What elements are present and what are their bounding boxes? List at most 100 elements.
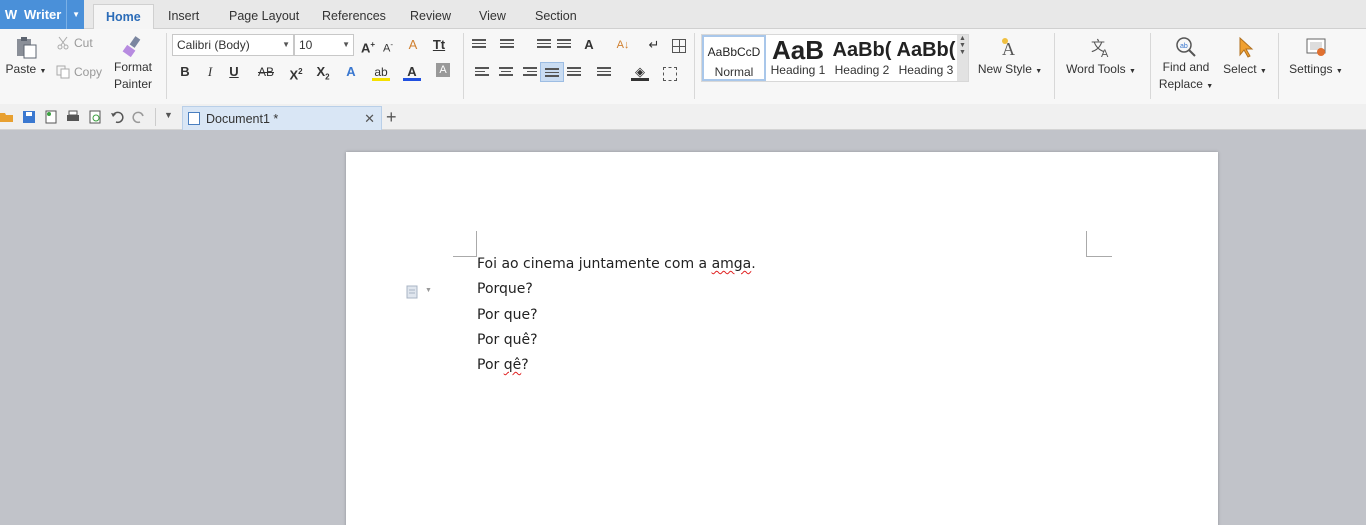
app-name: Writer xyxy=(24,7,62,22)
table-icon[interactable] xyxy=(672,39,686,53)
text-effects-icon[interactable]: Tt xyxy=(430,36,448,54)
font-size-select[interactable]: 10 ▼ xyxy=(294,34,354,56)
change-case-icon[interactable]: A xyxy=(580,36,598,54)
find-replace-button[interactable]: ab Find and Replace ▼ xyxy=(1156,35,1216,95)
copy-button[interactable]: Copy xyxy=(56,65,102,79)
select-button[interactable]: Select ▼ xyxy=(1218,35,1272,76)
divider xyxy=(1278,33,1279,99)
text: Por que? xyxy=(477,307,538,323)
settings-label: Settings xyxy=(1289,62,1333,76)
tab-view[interactable]: View xyxy=(467,4,518,29)
word-tools-button[interactable]: 文A Word Tools ▼ xyxy=(1060,35,1142,76)
tab-section[interactable]: Section xyxy=(523,4,589,29)
font-name-select[interactable]: Calibri (Body) ▼ xyxy=(172,34,294,56)
undo-icon[interactable] xyxy=(110,110,124,124)
open-folder-icon[interactable] xyxy=(0,110,14,124)
close-icon[interactable]: ✕ xyxy=(364,111,375,127)
find-replace-label-1: Find and xyxy=(1162,60,1210,74)
divider xyxy=(463,33,464,99)
text: Por quê? xyxy=(477,332,538,348)
word-tools-icon: 文A xyxy=(1091,38,1109,59)
font-effect-icon[interactable]: A xyxy=(342,63,360,81)
document-tab[interactable]: Document1 * ✕ xyxy=(182,106,382,130)
text: Porque? xyxy=(477,281,533,297)
print-preview-icon[interactable] xyxy=(88,110,102,124)
highlight-color-icon[interactable]: ab xyxy=(372,63,390,81)
crop-mark-top-left xyxy=(453,231,477,257)
chevron-down-icon: ▼ xyxy=(1259,68,1267,75)
bold-button[interactable]: B xyxy=(176,63,194,81)
clear-format-icon[interactable]: A xyxy=(404,36,422,54)
new-style-label: New Style xyxy=(977,62,1032,76)
numbering-icon[interactable] xyxy=(500,39,514,51)
document-page[interactable]: ▼ Foi ao cinema juntamente com a amga. P… xyxy=(346,152,1218,525)
align-center-icon[interactable] xyxy=(499,67,513,79)
grow-font-icon[interactable]: A+ xyxy=(359,36,377,55)
text: Por xyxy=(477,357,504,373)
style-sample: AaB xyxy=(771,35,824,63)
gallery-scroll[interactable]: ▲ ▼ ▼ xyxy=(957,35,968,81)
chevron-down-icon: ▼ xyxy=(425,287,432,294)
paragraph-3[interactable]: Por que? xyxy=(477,307,538,323)
paragraph-options-icon[interactable]: ▼ xyxy=(405,285,433,299)
tab-page-layout[interactable]: Page Layout xyxy=(217,4,311,29)
cut-button[interactable]: Cut xyxy=(56,36,93,50)
show-marks-icon[interactable]: ↵ xyxy=(645,36,663,54)
save-icon[interactable] xyxy=(22,110,36,124)
font-color-icon[interactable]: A xyxy=(403,63,421,81)
redo-icon[interactable] xyxy=(132,110,146,124)
settings-button[interactable]: Settings ▼ xyxy=(1284,35,1348,76)
style-heading-1[interactable]: AaB Heading 1 xyxy=(766,35,830,81)
shading-icon[interactable]: ◈ xyxy=(631,63,649,81)
borders-icon[interactable] xyxy=(663,67,677,81)
chevron-down-icon: ▼ xyxy=(342,40,350,49)
style-name: Heading 3 xyxy=(898,63,954,77)
misspelled-word[interactable]: amga xyxy=(712,256,752,272)
misspelled-word[interactable]: qê xyxy=(504,357,522,373)
character-shading-icon[interactable]: A xyxy=(436,63,450,77)
select-label: Select xyxy=(1223,62,1257,76)
style-heading-3[interactable]: AaBb( Heading 3 xyxy=(894,35,958,81)
subscript-button[interactable]: X2 xyxy=(314,63,332,82)
distributed-icon[interactable] xyxy=(567,67,581,79)
paste-label: Paste xyxy=(5,62,37,76)
decrease-indent-icon[interactable] xyxy=(537,39,551,51)
underline-button[interactable]: U xyxy=(225,63,243,81)
paragraph-2[interactable]: Porque? xyxy=(477,281,533,297)
sort-icon[interactable]: A↓ xyxy=(614,36,632,54)
chevron-down-icon: ▼ xyxy=(39,68,47,75)
app-menu-button[interactable]: W Writer ▼ xyxy=(0,0,84,29)
tab-review[interactable]: Review xyxy=(398,4,463,29)
export-pdf-icon[interactable] xyxy=(44,110,58,124)
increase-indent-icon[interactable] xyxy=(557,39,571,51)
tab-references[interactable]: References xyxy=(310,4,398,29)
new-tab-icon[interactable]: + xyxy=(386,106,397,128)
strikethrough-button[interactable]: AB xyxy=(255,63,277,81)
paste-button[interactable]: Paste ▼ xyxy=(4,35,48,76)
superscript-button[interactable]: X2 xyxy=(287,63,305,82)
bullets-icon[interactable] xyxy=(472,39,486,51)
new-style-button[interactable]: A New Style ▼ xyxy=(974,35,1046,76)
line-spacing-icon[interactable] xyxy=(597,67,611,79)
style-heading-2[interactable]: AaBb( Heading 2 xyxy=(830,35,894,81)
style-normal[interactable]: AaBbCcD Normal xyxy=(702,35,766,81)
align-right-icon[interactable] xyxy=(523,67,537,79)
new-style-icon: A xyxy=(1002,38,1015,59)
customize-quick-access-icon[interactable]: ▼ xyxy=(164,110,173,120)
cursor-icon xyxy=(1239,36,1254,58)
paragraph-5[interactable]: Por qê? xyxy=(477,357,529,373)
find-replace-label-2: Replace xyxy=(1158,77,1203,91)
divider xyxy=(1054,33,1055,99)
paragraph-1[interactable]: Foi ao cinema juntamente com a amga. xyxy=(477,256,756,272)
align-left-icon[interactable] xyxy=(475,67,489,79)
shrink-font-icon[interactable]: A- xyxy=(379,36,397,55)
tab-home[interactable]: Home xyxy=(93,4,154,30)
print-icon[interactable] xyxy=(66,110,80,124)
chevron-down-icon[interactable]: ▼ xyxy=(66,0,80,29)
justify-button[interactable] xyxy=(540,62,564,82)
italic-button[interactable]: I xyxy=(201,63,219,81)
tab-insert[interactable]: Insert xyxy=(156,4,211,29)
style-name: Heading 1 xyxy=(770,63,826,77)
format-painter-button[interactable]: Format Painter xyxy=(108,35,158,93)
paragraph-4[interactable]: Por quê? xyxy=(477,332,538,348)
